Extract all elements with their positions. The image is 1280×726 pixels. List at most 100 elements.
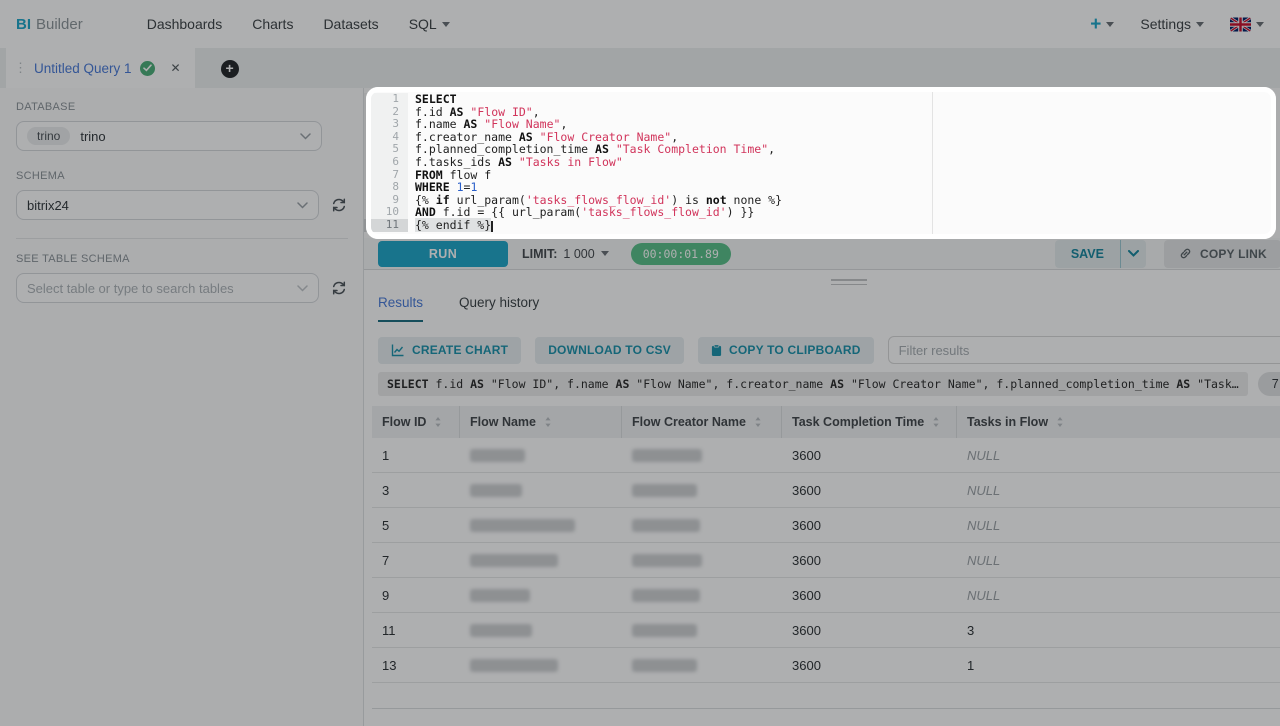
cell-task-completion-time: 3600 (782, 543, 957, 577)
code-line[interactable]: FROM flow f (408, 169, 1280, 182)
tab-untitled-query[interactable]: ⋮ Untitled Query 1 ✕ (6, 48, 195, 88)
line-number: 2 (364, 106, 408, 119)
cell-flow-name (460, 438, 622, 472)
code-token: {% endif %} (415, 218, 491, 232)
column-header-flow-name[interactable]: Flow Name (460, 406, 622, 438)
code-token (512, 155, 519, 169)
tab-query-history[interactable]: Query history (459, 292, 539, 322)
tab-label: Untitled Query 1 (34, 61, 132, 76)
top-navbar: BI Builder Dashboards Charts Datasets SQ… (0, 0, 1280, 48)
new-item-button[interactable]: + (1090, 15, 1114, 34)
database-select[interactable]: trino trino (16, 121, 322, 151)
line-number: 4 (364, 131, 408, 144)
close-tab-icon[interactable]: ✕ (171, 61, 181, 75)
table-row[interactable]: 53600NULL (372, 508, 1280, 543)
code-line[interactable]: AND f.id = {{ url_param('tasks_flows_flo… (408, 206, 1280, 219)
new-tab-button[interactable]: + (221, 60, 239, 78)
copy-link-label: COPY LINK (1200, 247, 1267, 261)
column-header-task-completion-time[interactable]: Task Completion Time (782, 406, 957, 438)
run-button[interactable]: RUN (378, 241, 508, 267)
drag-handle-icon[interactable]: ⋮ (14, 60, 26, 76)
cell-flow-name (460, 578, 622, 612)
chevron-down-icon (297, 202, 308, 209)
column-header-tasks-in-flow[interactable]: Tasks in Flow (957, 406, 1280, 438)
sort-icon[interactable] (544, 416, 552, 428)
preview-token: "Flow Creator Name", f.planned_completio… (844, 377, 1176, 391)
table-body: 13600NULL33600NULL53600NULL73600NULL9360… (372, 438, 1280, 683)
query-preview[interactable]: SELECT f.id AS "Flow ID", f.name AS "Flo… (378, 372, 1248, 396)
pane-splitter[interactable] (364, 270, 1280, 292)
database-label: DATABASE (16, 101, 347, 113)
limit-dropdown[interactable]: LIMIT: 1 000 (522, 247, 609, 261)
cell-tasks-in-flow: NULL (957, 438, 1280, 472)
brand-logo[interactable]: BI Builder (16, 16, 83, 33)
copy-clipboard-button[interactable]: COPY TO CLIPBOARD (698, 337, 874, 364)
nav-dashboards[interactable]: Dashboards (147, 16, 223, 32)
sidebar-divider (16, 238, 348, 239)
table-row[interactable]: 1136003 (372, 613, 1280, 648)
nav-sql[interactable]: SQL (409, 16, 450, 32)
table-row[interactable]: 13600NULL (372, 438, 1280, 473)
nav-datasets[interactable]: Datasets (323, 16, 378, 32)
preview-token: "Flow ID", f.name (484, 377, 616, 391)
splitter-grip-icon[interactable] (831, 279, 867, 288)
refresh-schema-icon[interactable] (331, 197, 347, 213)
table-row[interactable]: 73600NULL (372, 543, 1280, 578)
table-row[interactable]: 33600NULL (372, 473, 1280, 508)
editor-gutter: 1234567891011 (364, 93, 408, 232)
refresh-tables-icon[interactable] (331, 280, 347, 296)
sort-icon[interactable] (932, 416, 940, 428)
line-number: 1 (364, 93, 408, 106)
redacted-value (632, 484, 697, 497)
column-header-flow-creator-name[interactable]: Flow Creator Name (622, 406, 782, 438)
cell-flow-name (460, 613, 622, 647)
results-actions: CREATE CHART DOWNLOAD TO CSV COPY TO CLI… (364, 336, 1280, 364)
database-value: trino (80, 129, 105, 144)
save-options-button[interactable] (1120, 240, 1146, 268)
line-number: 5 (364, 143, 408, 156)
line-number: 6 (364, 156, 408, 169)
sql-editor[interactable]: 1234567891011 SELECTf.id AS "Flow ID",f.… (364, 88, 1280, 238)
table-header: Flow ID Flow Name Flow Creator Name Task… (372, 406, 1280, 438)
language-selector[interactable] (1230, 17, 1264, 32)
redacted-value (470, 624, 532, 637)
save-split-button: SAVE (1055, 240, 1146, 268)
schema-label: SCHEMA (16, 170, 347, 182)
cell-flow-name (460, 648, 622, 682)
table-row[interactable]: 93600NULL (372, 578, 1280, 613)
sidebar: DATABASE trino trino SCHEMA bitrix24 (0, 88, 364, 726)
nav-sql-label: SQL (409, 16, 437, 32)
sort-icon[interactable] (1056, 416, 1064, 428)
schema-select[interactable]: bitrix24 (16, 190, 319, 220)
cell-flow-creator-name (622, 473, 782, 507)
redacted-value (470, 484, 522, 497)
nav-charts[interactable]: Charts (252, 16, 293, 32)
app-window: BI Builder Dashboards Charts Datasets SQ… (0, 0, 1280, 726)
settings-label: Settings (1140, 16, 1191, 32)
tab-results[interactable]: Results (378, 292, 423, 322)
navbar-right: + Settings (1090, 15, 1264, 34)
database-type-badge: trino (27, 127, 70, 145)
create-chart-button[interactable]: CREATE CHART (378, 337, 521, 364)
code-line[interactable]: {% endif %} (408, 219, 1280, 232)
table-row[interactable]: 1336001 (372, 648, 1280, 683)
redacted-value (632, 589, 700, 602)
download-csv-button[interactable]: DOWNLOAD TO CSV (535, 337, 684, 364)
cell-flow-creator-name (622, 438, 782, 472)
table-bottom-border (372, 683, 1280, 709)
sort-icon[interactable] (434, 416, 442, 428)
filter-results-input[interactable] (888, 336, 1280, 364)
save-button[interactable]: SAVE (1055, 240, 1120, 268)
link-icon (1178, 246, 1193, 261)
sort-icon[interactable] (754, 416, 762, 428)
copy-link-button[interactable]: COPY LINK (1164, 240, 1280, 268)
cell-flow-creator-name (622, 508, 782, 542)
table-search-select[interactable]: Select table or type to search tables (16, 273, 319, 303)
code-line[interactable]: f.tasks_ids AS "Tasks in Flow" (408, 156, 1280, 169)
editor-lines[interactable]: SELECTf.id AS "Flow ID",f.name AS "Flow … (408, 93, 1280, 232)
brand-bi: BI (16, 16, 31, 33)
settings-menu[interactable]: Settings (1140, 16, 1204, 32)
create-chart-label: CREATE CHART (412, 343, 508, 357)
column-header-flow-id[interactable]: Flow ID (372, 406, 460, 438)
cell-flow-creator-name (622, 578, 782, 612)
